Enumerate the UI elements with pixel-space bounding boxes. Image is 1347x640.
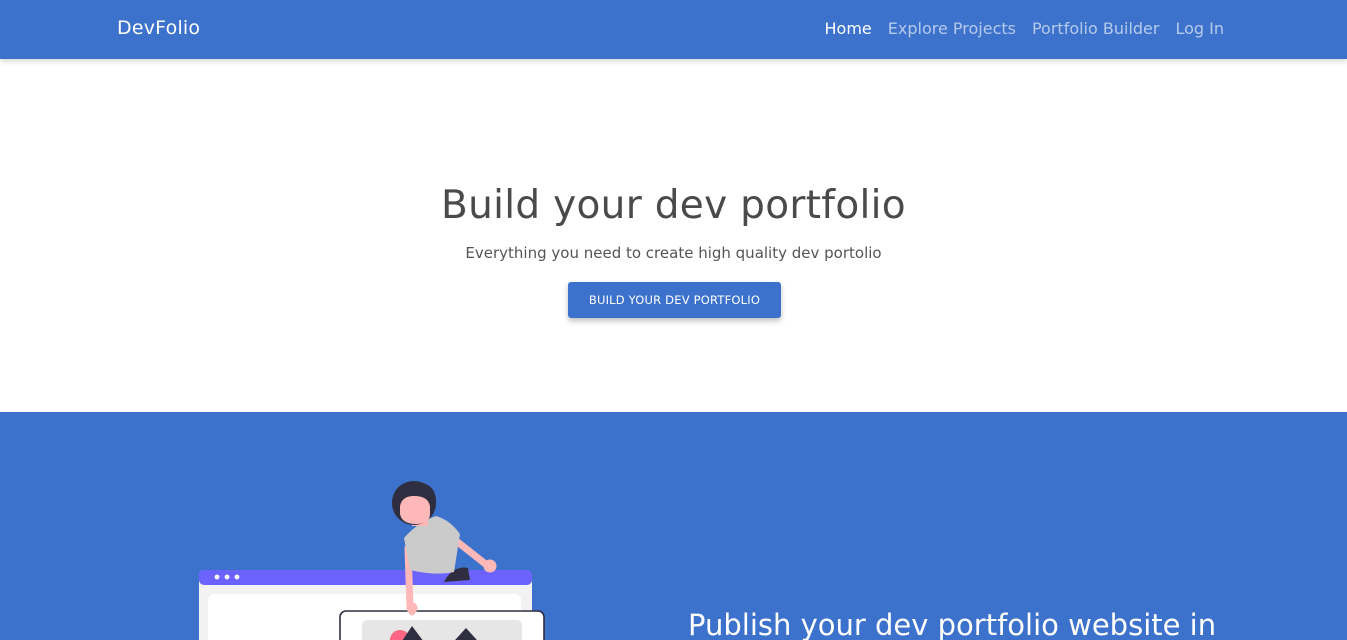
nav-link-explore-projects[interactable]: Explore Projects <box>888 19 1016 38</box>
nav-links: Home Explore Projects Portfolio Builder … <box>825 19 1224 38</box>
top-navbar: DevFolio Home Explore Projects Portfolio… <box>0 0 1347 59</box>
build-portfolio-button[interactable]: BUILD YOUR DEV PORTFOLIO <box>568 282 781 318</box>
hero-section: Build your dev portfolio Everything you … <box>0 59 1347 412</box>
nav-link-home[interactable]: Home <box>825 19 872 38</box>
nav-link-portfolio-builder[interactable]: Portfolio Builder <box>1032 19 1160 38</box>
feature-section: Publish your dev portfolio website in <box>0 412 1347 640</box>
feature-heading: Publish your dev portfolio website in <box>688 608 1217 640</box>
hero-title: Build your dev portfolio <box>441 183 906 228</box>
person-with-browser-window-illustration <box>199 481 545 640</box>
brand-logo[interactable]: DevFolio <box>117 17 200 39</box>
hero-subtitle: Everything you need to create high quali… <box>465 244 882 262</box>
image-card-graphic <box>339 610 545 640</box>
nav-link-log-in[interactable]: Log In <box>1175 19 1224 38</box>
